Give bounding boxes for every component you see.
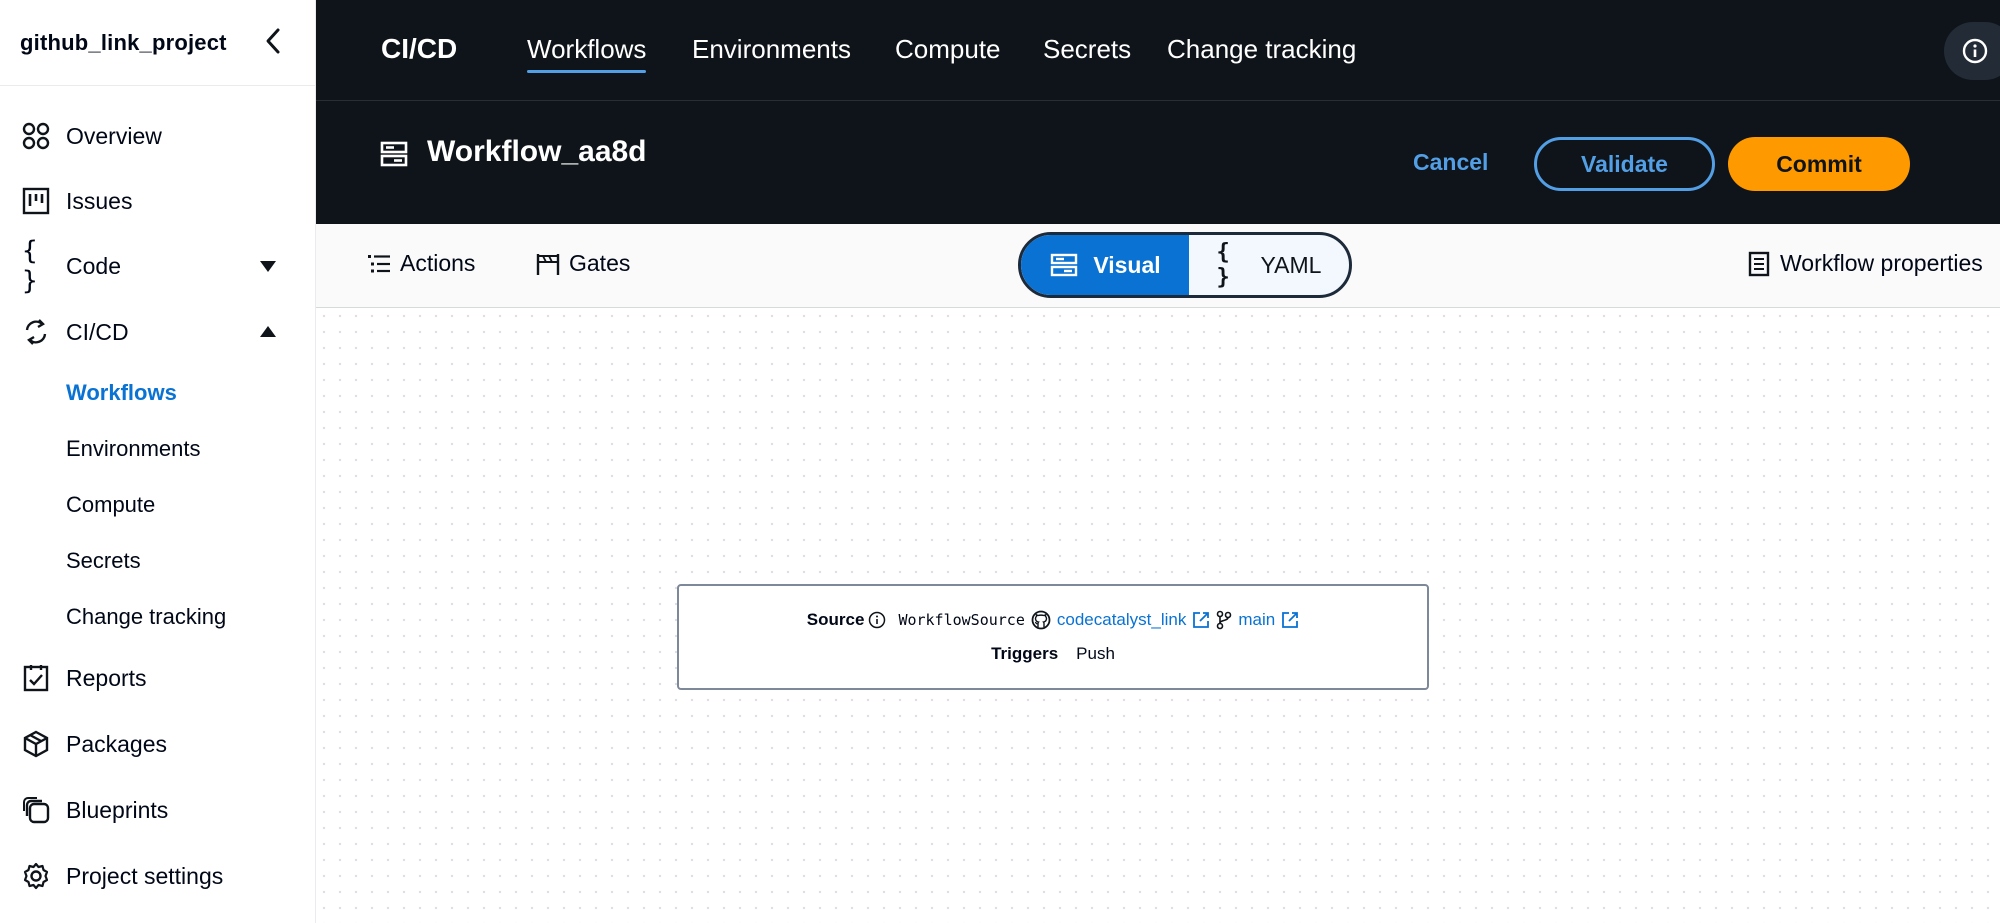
sidebar-item-label: CI/CD [66, 318, 129, 345]
actions-button[interactable]: Actions [366, 250, 475, 277]
tab-change-tracking[interactable]: Change tracking [1167, 34, 1356, 65]
sidebar: github_link_project Overview Issues { } … [0, 0, 316, 923]
gate-icon [535, 251, 561, 277]
sidebar-header: github_link_project [0, 0, 315, 86]
sidebar-item-label: Blueprints [66, 796, 169, 823]
sidebar-item-cicd[interactable]: CI/CD [0, 307, 316, 357]
visual-view-button[interactable]: Visual [1021, 235, 1189, 295]
caret-up-icon[interactable] [258, 322, 278, 342]
info-icon[interactable] [868, 611, 886, 629]
tab-workflows[interactable]: Workflows [527, 34, 647, 73]
workflow-canvas[interactable]: Source WorkflowSource codecatalyst_link … [316, 308, 2000, 923]
code-braces-icon: { } [1216, 240, 1230, 290]
triggers-label: Triggers [991, 644, 1059, 663]
code-icon: { } [22, 236, 38, 296]
packages-icon [22, 730, 50, 758]
collapse-sidebar-button[interactable] [258, 26, 288, 56]
actions-list-icon [366, 251, 392, 277]
info-icon [1962, 38, 1988, 64]
github-icon [1031, 610, 1051, 630]
tab-secrets[interactable]: Secrets [1043, 34, 1131, 65]
project-name: github_link_project [20, 29, 227, 55]
cicd-icon [22, 318, 50, 346]
sidebar-subitem-workflows[interactable]: Workflows [66, 380, 177, 406]
source-row: Source WorkflowSource codecatalyst_link … [679, 610, 1427, 630]
external-link-icon[interactable] [1281, 611, 1299, 629]
validate-button[interactable]: Validate [1534, 137, 1715, 191]
trigger-value: Push [1076, 644, 1115, 663]
commit-button[interactable]: Commit [1728, 137, 1910, 191]
section-title: CI/CD [381, 33, 458, 64]
visual-icon [1049, 252, 1079, 278]
sidebar-item-label: Packages [66, 730, 168, 757]
sidebar-item-blueprints[interactable]: Blueprints [0, 785, 316, 835]
sidebar-subitem-environments[interactable]: Environments [66, 436, 201, 462]
visual-label: Visual [1093, 251, 1161, 278]
sidebar-subitem-change-tracking[interactable]: Change tracking [66, 604, 226, 630]
tab-environments[interactable]: Environments [692, 34, 851, 65]
sidebar-item-overview[interactable]: Overview [0, 111, 316, 161]
gates-button[interactable]: Gates [535, 250, 630, 277]
branch-link[interactable]: main [1238, 610, 1275, 630]
caret-down-icon[interactable] [258, 256, 278, 276]
branch-icon [1216, 610, 1232, 630]
sidebar-item-reports[interactable]: Reports [0, 653, 316, 703]
repository-link[interactable]: codecatalyst_link [1057, 610, 1186, 630]
view-mode-toggle: Visual { } YAML [1018, 232, 1352, 298]
blueprints-icon [22, 796, 50, 824]
source-node[interactable]: Source WorkflowSource codecatalyst_link … [677, 584, 1429, 690]
sidebar-item-label: Issues [66, 187, 133, 214]
overview-icon [22, 122, 50, 150]
triggers-row: Triggers Push [679, 644, 1427, 664]
sidebar-item-label: Reports [66, 664, 147, 691]
workflow-icon [380, 141, 408, 172]
yaml-view-button[interactable]: { } YAML [1189, 235, 1349, 295]
sidebar-subitem-compute[interactable]: Compute [66, 492, 155, 518]
sidebar-item-issues[interactable]: Issues [0, 176, 316, 226]
sidebar-subitem-secrets[interactable]: Secrets [66, 548, 141, 574]
yaml-label: YAML [1260, 251, 1322, 278]
cancel-button[interactable]: Cancel [1413, 149, 1488, 176]
settings-icon [22, 862, 50, 890]
editor-toolbar: Actions Gates Visual { } YAML Workflow p… [316, 224, 2000, 308]
external-link-icon[interactable] [1192, 611, 1210, 629]
chevron-left-icon [266, 28, 280, 54]
workflow-title: Workflow_aa8d [427, 135, 647, 168]
sidebar-item-label: Overview [66, 122, 162, 149]
sidebar-item-label: Code [66, 252, 121, 279]
reports-icon [22, 664, 50, 692]
actions-label: Actions [400, 250, 476, 276]
issues-icon [22, 187, 50, 215]
info-panel-button[interactable] [1944, 22, 2000, 80]
workflow-header: Workflow_aa8d Cancel Validate Commit [316, 101, 2000, 224]
source-name: WorkflowSource [898, 611, 1025, 629]
workflow-properties-label: Workflow properties [1780, 250, 1983, 276]
gates-label: Gates [569, 250, 631, 276]
tab-compute[interactable]: Compute [895, 34, 1001, 65]
sidebar-item-packages[interactable]: Packages [0, 719, 316, 769]
sidebar-item-label: Project settings [66, 862, 224, 889]
sidebar-item-code[interactable]: { } Code [0, 236, 316, 296]
source-label: Source [806, 610, 865, 629]
document-icon [1746, 251, 1772, 277]
workflow-properties-button[interactable]: Workflow properties [1746, 250, 1983, 277]
sidebar-item-project-settings[interactable]: Project settings [0, 851, 316, 901]
top-navigation: CI/CD Workflows Environments Compute Sec… [316, 0, 2000, 101]
